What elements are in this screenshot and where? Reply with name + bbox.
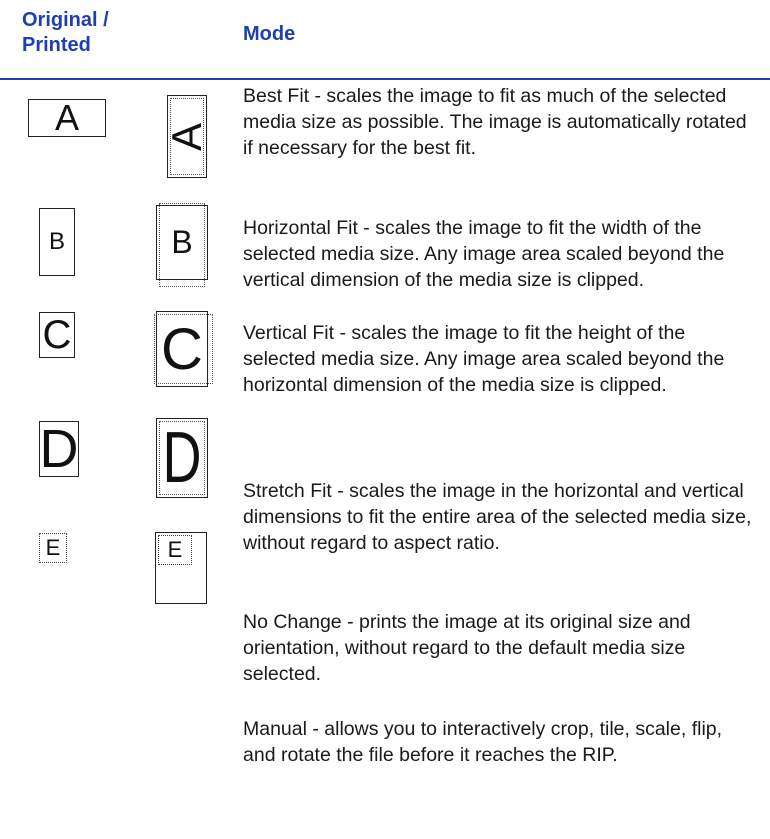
original-header-line2: Printed — [22, 34, 91, 56]
vertical-fit-image-outline — [154, 314, 213, 384]
best-fit-printed-letter: A — [162, 122, 210, 151]
best-fit-original-letter: A — [54, 97, 79, 138]
stretch-fit-printed-letter: D — [162, 418, 202, 498]
horizontal-fit-printed-figure: B — [156, 203, 208, 287]
stretch-fit-original-figure: D — [39, 419, 79, 479]
mode-header: Mode — [243, 23, 296, 45]
no-change-printed-figure: E — [155, 532, 207, 604]
vertical-fit-original-letter: C — [42, 312, 72, 357]
best-fit-printed-figure: A — [163, 95, 210, 178]
stretch-fit-description: Stretch Fit - scales the image in the ho… — [243, 480, 752, 554]
manual-description: Manual - allows you to interactively cro… — [243, 718, 723, 766]
vertical-fit-original-figure: C — [39, 312, 75, 358]
horizontal-fit-original-letter: B — [48, 228, 65, 255]
vertical-fit-printed-figure: C — [154, 311, 213, 387]
stretch-fit-original-letter: D — [39, 419, 79, 479]
no-change-description: No Change - prints the image at its orig… — [243, 611, 691, 685]
no-change-original-figure: E — [39, 533, 67, 563]
no-change-original-letter: E — [45, 535, 61, 560]
best-fit-description: Best Fit - scales the image to fit as mu… — [243, 85, 747, 159]
vertical-fit-description: Vertical Fit - scales the image to fit t… — [243, 322, 725, 396]
original-header-line1: Original / — [22, 9, 109, 31]
horizontal-fit-image-outline — [159, 203, 205, 287]
no-change-image-outline: E — [158, 535, 192, 565]
horizontal-fit-description: Horizontal Fit - scales the image to fit… — [243, 217, 725, 291]
original-printed-header: Original / Printed — [22, 8, 182, 58]
stretch-fit-printed-figure: D — [156, 418, 208, 498]
best-fit-original-figure: A — [28, 97, 106, 138]
horizontal-fit-original-figure: B — [39, 208, 75, 276]
header-divider — [0, 78, 770, 80]
no-change-printed-letter: E — [167, 537, 183, 562]
